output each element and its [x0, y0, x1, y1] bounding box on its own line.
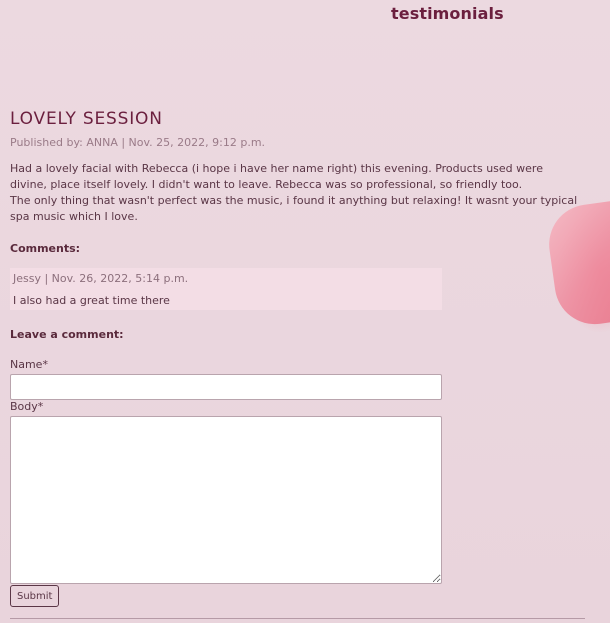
name-label: Name* [10, 358, 48, 371]
post-meta: Published by: ANNA | Nov. 25, 2022, 9:12… [10, 136, 266, 149]
page: testimonials LOVELY SESSION Published by… [0, 0, 610, 623]
post-paragraph: Had a lovely facial with Rebecca (i hope… [10, 162, 543, 191]
comments-label: Comments: [10, 242, 81, 255]
divider [10, 618, 585, 619]
body-textarea[interactable] [10, 416, 442, 584]
comment-meta: Jessy | Nov. 26, 2022, 5:14 p.m. [13, 272, 189, 285]
leave-comment-label: Leave a comment: [10, 328, 124, 341]
comment-item: Jessy | Nov. 26, 2022, 5:14 p.m. I also … [10, 268, 442, 310]
body-label: Body* [10, 400, 44, 413]
post-paragraph: The only thing that wasn't perfect was t… [10, 194, 578, 223]
name-input[interactable] [10, 374, 442, 400]
comment-text: I also had a great time there [13, 294, 170, 307]
post-body: Had a lovely facial with Rebecca (i hope… [10, 161, 580, 225]
page-heading: testimonials [391, 4, 504, 23]
submit-button[interactable]: Submit [10, 585, 60, 607]
post-title: LOVELY SESSION [10, 109, 163, 129]
